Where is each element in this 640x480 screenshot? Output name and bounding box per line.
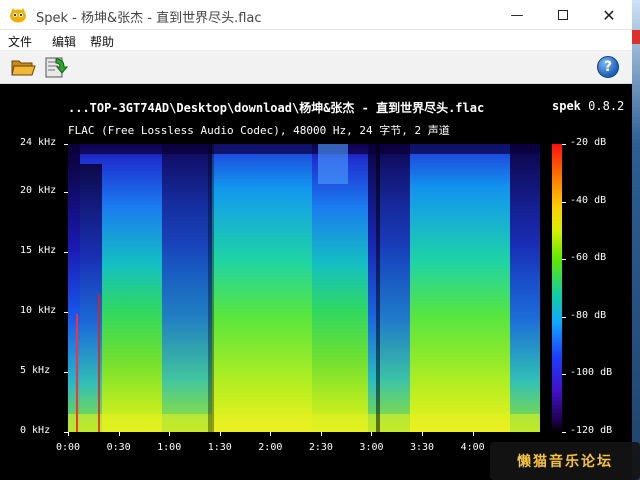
time-tick-mark bbox=[118, 432, 120, 436]
app-name: spek bbox=[552, 99, 581, 113]
freq-tick-label: 0 kHz bbox=[20, 425, 51, 436]
menu-help[interactable]: 帮助 bbox=[90, 33, 114, 50]
maximize-button[interactable] bbox=[540, 0, 586, 30]
spectrogram bbox=[68, 144, 540, 432]
time-tick-label: 1:00 bbox=[157, 442, 182, 453]
freq-tick-label: 10 kHz bbox=[20, 305, 57, 316]
time-tick-label: 2:30 bbox=[308, 442, 333, 453]
db-tick-mark bbox=[562, 259, 566, 261]
version-label: spek 0.8.2 bbox=[552, 99, 624, 113]
db-tick-label: -80 dB bbox=[570, 309, 607, 321]
spek-app-icon bbox=[10, 8, 26, 23]
audio-info: FLAC (Free Lossless Audio Codec), 48000 … bbox=[68, 124, 450, 137]
maximize-icon bbox=[558, 10, 568, 20]
time-tick-mark bbox=[169, 432, 171, 436]
time-tick-label: 2:00 bbox=[258, 442, 283, 453]
time-tick-mark bbox=[270, 432, 272, 436]
db-tick-mark bbox=[562, 316, 566, 318]
freq-tick-label: 15 kHz bbox=[20, 245, 57, 256]
save-image-icon[interactable] bbox=[42, 55, 68, 79]
desktop-text: 空 bbox=[0, 39, 10, 50]
db-color-scale bbox=[552, 144, 562, 432]
time-tick-label: 4:00 bbox=[460, 442, 485, 453]
file-path: ...TOP-3GT74AD\Desktop\download\杨坤&张杰 - … bbox=[68, 101, 485, 115]
db-tick-mark bbox=[562, 432, 566, 433]
time-tick-mark bbox=[68, 432, 69, 436]
freq-tick-mark bbox=[64, 312, 68, 313]
time-tick-mark bbox=[371, 432, 373, 436]
time-tick-label: 1:30 bbox=[207, 442, 232, 453]
window-title: Spek - 杨坤&张杰 - 直到世界尽头.flac bbox=[36, 11, 262, 26]
toolbar: ? bbox=[0, 51, 632, 84]
freq-tick-mark bbox=[64, 192, 68, 193]
folder-open-icon[interactable] bbox=[10, 55, 36, 79]
close-button[interactable]: ✕ bbox=[586, 0, 632, 30]
watermark: 懒猫音乐论坛 bbox=[490, 442, 640, 480]
time-tick-mark bbox=[422, 432, 423, 436]
db-tick-label: -40 dB bbox=[570, 194, 607, 206]
time-tick-mark bbox=[472, 432, 474, 436]
minimize-button[interactable]: — bbox=[494, 0, 540, 30]
freq-tick-mark bbox=[64, 144, 68, 145]
desktop-strip-right bbox=[632, 0, 640, 480]
time-tick-label: 3:00 bbox=[359, 442, 384, 453]
time-tick-mark bbox=[320, 432, 322, 436]
minimize-icon: — bbox=[510, 7, 524, 23]
menu-edit[interactable]: 编辑 bbox=[52, 33, 76, 50]
time-tick-label: 0:30 bbox=[106, 442, 131, 453]
db-tick-mark bbox=[562, 374, 566, 376]
close-icon: ✕ bbox=[602, 5, 616, 25]
title-bar[interactable]: Spek - 杨坤&张杰 - 直到世界尽头.flac — ✕ bbox=[0, 0, 632, 30]
freq-tick-label: 20 kHz bbox=[20, 185, 57, 196]
freq-tick-label: 24 kHz bbox=[20, 137, 57, 148]
spectrogram-canvas: ...TOP-3GT74AD\Desktop\download\杨坤&张杰 - … bbox=[0, 84, 632, 480]
menu-bar: 文件 编辑 帮助 bbox=[0, 30, 632, 51]
time-tick-mark bbox=[219, 432, 221, 436]
help-button[interactable]: ? bbox=[597, 56, 619, 78]
app-version: 0.8.2 bbox=[588, 99, 625, 113]
freq-tick-mark bbox=[64, 252, 68, 253]
db-tick-mark bbox=[562, 201, 566, 203]
db-tick-label: -60 dB bbox=[570, 252, 607, 264]
spek-window: Spek - 杨坤&张杰 - 直到世界尽头.flac — ✕ 文件 编辑 帮助 … bbox=[0, 0, 632, 480]
time-tick-label: 0:00 bbox=[56, 442, 81, 453]
db-tick-mark bbox=[562, 144, 566, 145]
db-tick-label: -100 dB bbox=[570, 367, 613, 379]
db-tick-label: -20 dB bbox=[570, 137, 607, 148]
freq-tick-label: 5 kHz bbox=[20, 365, 51, 376]
freq-tick-mark bbox=[64, 372, 68, 373]
db-tick-label: -120 dB bbox=[570, 425, 613, 436]
time-tick-label: 3:30 bbox=[410, 442, 435, 453]
menu-file[interactable]: 文件 bbox=[8, 33, 32, 50]
